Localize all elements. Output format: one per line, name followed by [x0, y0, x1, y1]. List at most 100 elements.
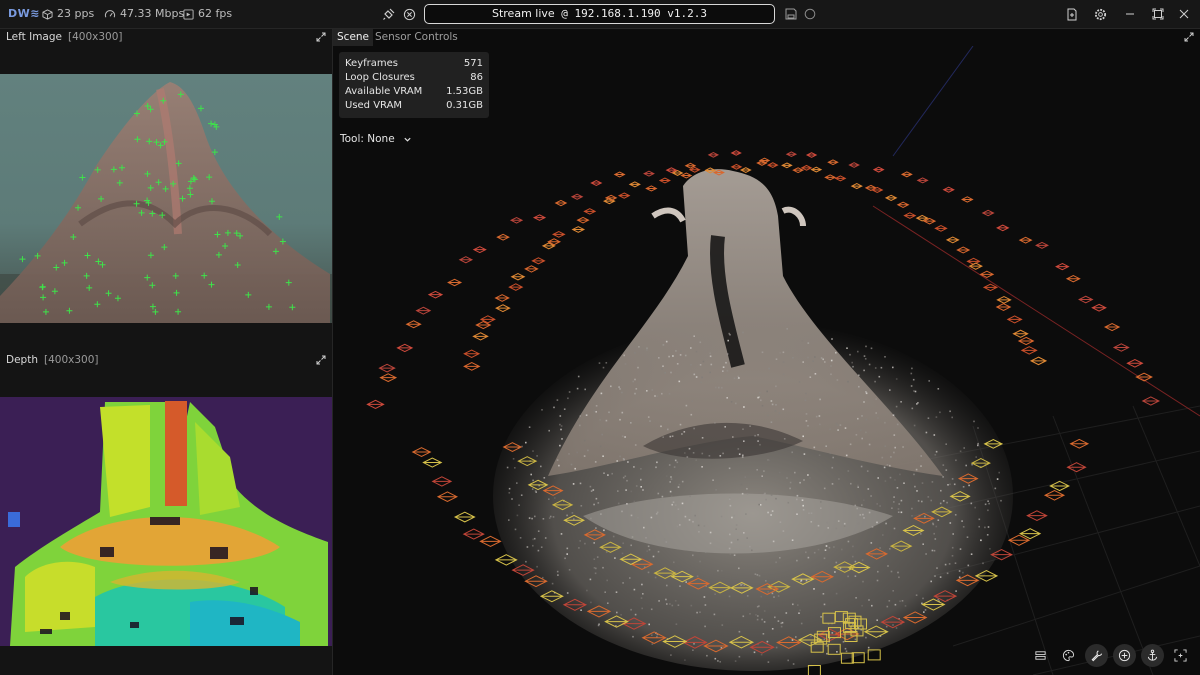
camera-frustum [510, 273, 526, 281]
add-file-icon[interactable] [1064, 6, 1080, 22]
fit-view-icon[interactable] [1169, 644, 1192, 667]
camera-frustum [531, 257, 546, 265]
camera-frustum [934, 225, 948, 232]
camera-frustum [378, 363, 396, 373]
camera-frustum [1103, 322, 1121, 332]
anchor-icon[interactable] [1141, 644, 1164, 667]
camera-frustum [781, 162, 793, 169]
camera-frustum [900, 171, 913, 178]
stat-loop-closures: Loop Closures 86 [345, 72, 483, 83]
bandwidth-indicator: 47.33 Mbps [104, 0, 184, 28]
camera-frustum [405, 320, 422, 329]
camera-frustum [903, 212, 917, 219]
camera-frustum [848, 162, 860, 168]
camera-frustum [495, 304, 511, 313]
camera-frustum [968, 262, 983, 270]
camera-frustum [966, 257, 981, 265]
depth-image [0, 397, 332, 646]
depth-size: [400x300] [43, 354, 99, 366]
whale-tail-image [0, 74, 332, 323]
camera-frustum [945, 236, 960, 244]
camera-frustum [1006, 315, 1023, 324]
camera-frustum [1126, 358, 1144, 368]
camera-frustum [396, 343, 414, 353]
tab-sensor-controls[interactable]: Sensor Controls [371, 29, 462, 46]
tool-dropdown[interactable]: Tool: None [340, 133, 412, 145]
pps-indicator: 23 pps [42, 0, 94, 28]
camera-frustum [463, 362, 481, 371]
tab-scene[interactable]: Scene [333, 29, 374, 46]
camera-frustum [1141, 396, 1161, 406]
camera-frustum [590, 179, 603, 187]
depth-title: Depth [6, 354, 38, 366]
camera-frustum [766, 162, 779, 169]
camera-frustum [431, 476, 453, 487]
camera-frustum [1055, 262, 1070, 271]
add-circle-icon[interactable] [1113, 644, 1136, 667]
camera-frustum [571, 226, 586, 233]
plug-icon[interactable] [381, 6, 397, 22]
camera-frustum [981, 209, 995, 217]
camera-frustum [1043, 490, 1066, 501]
camera-frustum [805, 152, 818, 158]
camera-frustum [643, 170, 655, 177]
camera-frustum [494, 294, 510, 302]
minimize-icon[interactable] [1122, 6, 1138, 22]
camera-frustum [1065, 274, 1081, 283]
camera-frustum [1091, 303, 1107, 312]
camera-frustum [453, 511, 476, 523]
camera-frustum [1069, 438, 1090, 449]
camera-frustum [617, 192, 631, 199]
expand-icon[interactable] [316, 31, 326, 47]
scene-view[interactable]: Scene Sensor Controls Keyframes 571 Loop… [333, 29, 1200, 675]
camera-frustum [960, 196, 974, 203]
stats-overlay: Keyframes 571 Loop Closures 86 Available V… [339, 52, 489, 118]
camera-frustum [807, 665, 821, 675]
view-tabs: Scene Sensor Controls [333, 29, 1200, 46]
camera-frustum [496, 233, 510, 241]
gear-icon[interactable] [1092, 6, 1108, 22]
stop-icon[interactable] [401, 6, 417, 22]
top-bar: DW≋ 23 pps 47.33 Mbps 62 fps Stream live… [0, 0, 1200, 29]
close-icon[interactable] [1176, 6, 1192, 22]
camera-frustum [532, 214, 547, 221]
depth-map [0, 397, 332, 646]
camera-frustum [730, 150, 742, 156]
maximize-icon[interactable] [1150, 6, 1166, 22]
camera-frustum [1112, 343, 1130, 352]
camera-frustum [628, 181, 641, 188]
camera-frustum [785, 151, 798, 158]
camera-frustum [472, 246, 487, 254]
layers-icon[interactable] [1029, 644, 1052, 667]
camera-frustum [995, 303, 1012, 311]
stat-keyframes: Keyframes 571 [345, 58, 483, 69]
camera-frustum [1066, 462, 1087, 473]
camera-frustum [1012, 329, 1029, 338]
camera-frustum [436, 491, 459, 502]
camera-frustum [427, 290, 444, 299]
record-icon[interactable] [802, 6, 818, 22]
palette-icon[interactable] [1057, 644, 1080, 667]
left-image-title: Left Image [6, 31, 62, 43]
camera-frustum [411, 447, 432, 458]
point-cloud-viewport[interactable] [333, 46, 1200, 675]
stream-status-field[interactable]: Stream live @ 192.168.1.190 v1.2.3 [424, 4, 775, 24]
camera-frustum [570, 193, 584, 200]
camera-frustum [366, 399, 385, 410]
camera-frustum [447, 278, 463, 287]
camera-frustum [645, 185, 658, 192]
z-axis-line [892, 46, 974, 157]
expand-icon[interactable] [316, 354, 326, 370]
camera-frustum [463, 349, 481, 358]
camera-frustum [827, 159, 839, 166]
chevron-down-icon [404, 137, 411, 142]
expand-icon[interactable] [1184, 32, 1194, 45]
camera-frustum [884, 194, 898, 202]
wrench-icon[interactable] [1085, 644, 1108, 667]
speed-gauge-icon [104, 9, 116, 17]
camera-frustum [1020, 346, 1038, 355]
camera-frustum [707, 152, 720, 158]
app-logo: DW≋ [8, 7, 40, 20]
camera-frustum [800, 164, 813, 171]
save-icon[interactable] [783, 6, 799, 22]
